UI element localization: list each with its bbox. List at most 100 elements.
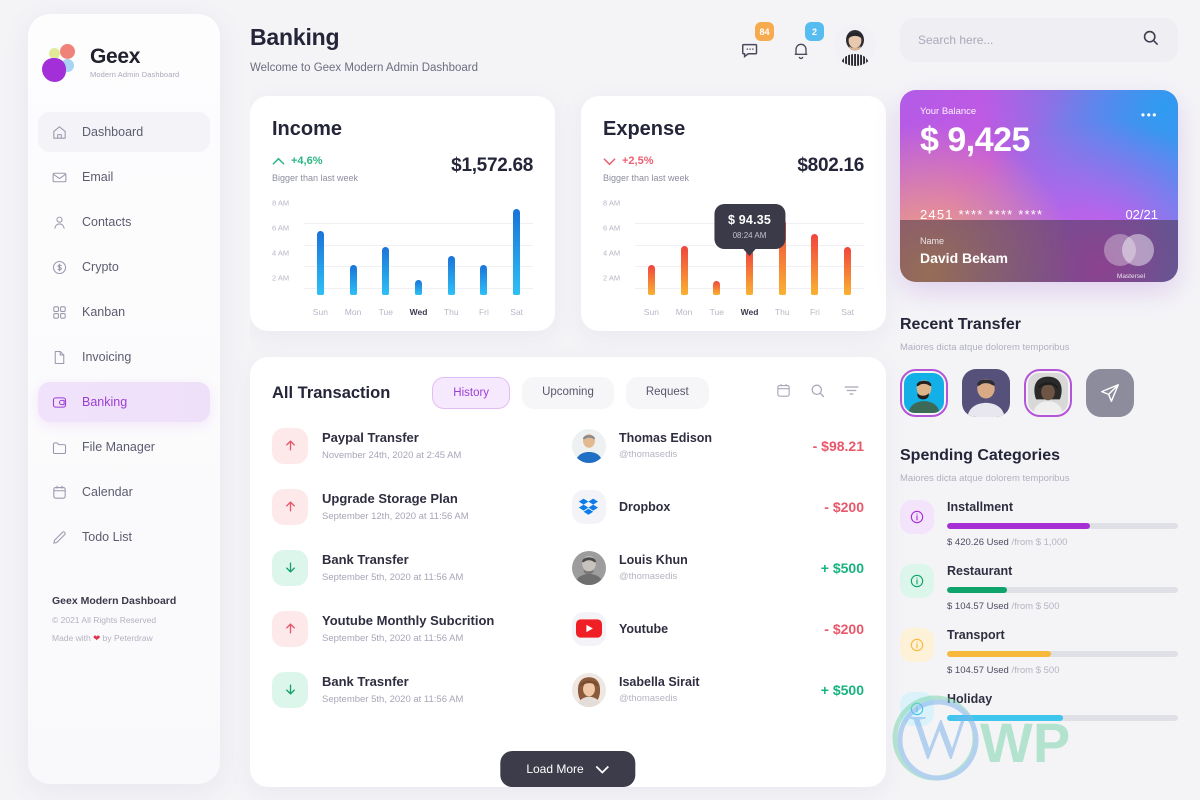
bar[interactable]	[680, 245, 688, 295]
search-bar[interactable]	[900, 18, 1178, 62]
sidebar-item-file-manager[interactable]: File Manager	[38, 427, 210, 467]
bar[interactable]	[382, 247, 390, 295]
sidebar-item-invoicing[interactable]: Invoicing	[38, 337, 210, 377]
transaction-party: Youtube	[572, 611, 768, 646]
spending-category-row[interactable]: Installment $ 420.26 Used /from $ 1,000	[900, 500, 1178, 548]
transaction-date: September 5th, 2020 at 11:56 AM	[322, 694, 464, 705]
load-more-button[interactable]: Load More	[500, 751, 636, 787]
bar[interactable]	[349, 264, 357, 295]
more-dots-icon[interactable]: •••	[1141, 108, 1158, 122]
transfer-contact-avatar[interactable]	[962, 369, 1010, 417]
bar-column[interactable]	[831, 199, 864, 295]
party-name: Dropbox	[619, 499, 671, 514]
category-limit: /from $ 500	[1011, 665, 1060, 676]
bar[interactable]	[844, 247, 852, 295]
category-name: Holiday	[947, 692, 993, 706]
transactions-tabs: History Upcoming Request	[432, 377, 709, 409]
transaction-party: Louis Khun @thomasedis	[572, 550, 768, 585]
bar[interactable]	[811, 234, 819, 295]
filter-icon[interactable]	[843, 382, 860, 404]
bar[interactable]	[447, 255, 455, 295]
bar[interactable]	[713, 281, 721, 295]
spending-category-row[interactable]: Restaurant $ 104.57 Used /from $ 500	[900, 564, 1178, 612]
bar-column[interactable]	[468, 199, 501, 295]
transaction-row[interactable]: Bank Trasnfer September 5th, 2020 at 11:5…	[272, 659, 864, 720]
search-icon[interactable]	[809, 382, 826, 404]
info-icon	[900, 564, 934, 598]
folder-icon	[50, 438, 68, 456]
x-tick: Fri	[809, 307, 820, 317]
transaction-row[interactable]: Paypal Transfer November 24th, 2020 at 2:…	[272, 415, 864, 476]
bar-column[interactable]	[635, 199, 668, 295]
balance-card-bottom: Name David Bekam Mastersel	[900, 220, 1178, 282]
top-actions: 84 2	[734, 22, 886, 66]
bar-column[interactable]	[369, 199, 402, 295]
arrow-up-icon	[285, 440, 295, 451]
sidebar-item-contacts[interactable]: Contacts	[38, 202, 210, 242]
bar-column[interactable]	[799, 199, 832, 295]
send-icon	[1101, 384, 1119, 402]
wallet-icon	[52, 396, 66, 408]
bar-column[interactable]	[668, 199, 701, 295]
sidebar-item-email[interactable]: Email	[38, 157, 210, 197]
transactions-tools	[775, 382, 864, 404]
transaction-row[interactable]: Upgrade Storage Plan September 12th, 2020…	[272, 476, 864, 537]
party-handle: @thomasedis	[619, 449, 678, 460]
avatar-photo-icon	[572, 550, 606, 585]
sidebar-item-todo-list[interactable]: Todo List	[38, 517, 210, 557]
bar-column[interactable]	[435, 199, 468, 295]
transaction-date: September 5th, 2020 at 11:56 AM	[322, 633, 464, 644]
page-heading: Banking Welcome to Geex Modern Admin Das…	[250, 24, 478, 74]
transfer-contact-avatar[interactable]	[900, 369, 948, 417]
bar[interactable]	[415, 279, 423, 295]
page-title: Banking	[250, 24, 340, 50]
arrow-up-icon	[272, 157, 285, 165]
bar[interactable]	[647, 264, 655, 295]
tab-request[interactable]: Request	[625, 377, 709, 409]
chevron-down-icon	[596, 765, 610, 774]
chart-tooltip: $ 94.35 08:24 AM	[713, 203, 786, 256]
messages-button[interactable]: 84	[734, 22, 774, 62]
send-transfer-button[interactable]	[1086, 369, 1134, 417]
x-tick: Mon	[344, 307, 362, 317]
bar[interactable]	[480, 264, 488, 295]
bar[interactable]	[513, 209, 521, 295]
transaction-amount: + $500	[820, 559, 864, 576]
bar-column[interactable]	[500, 199, 533, 295]
calendar-icon[interactable]	[775, 382, 792, 404]
transactions-header: All Transaction History Upcoming Request	[272, 377, 864, 409]
sidebar-item-calendar[interactable]: Calendar	[38, 472, 210, 512]
card-holder-name: David Bekam	[920, 250, 1008, 266]
bar[interactable]	[316, 230, 324, 295]
expense-amount: $802.16	[797, 155, 864, 176]
heart-icon: ❤	[93, 633, 101, 643]
search-icon[interactable]	[1141, 28, 1160, 52]
spending-category-row[interactable]: Holiday	[900, 692, 1178, 726]
transaction-row[interactable]: Bank Transfer September 5th, 2020 at 11:5…	[272, 537, 864, 598]
logo-blob-salmon	[60, 44, 75, 59]
bar-column[interactable]	[337, 199, 370, 295]
bar-column[interactable]	[402, 199, 435, 295]
user-avatar[interactable]	[834, 24, 876, 66]
sidebar-item-dashboard[interactable]: Dashboard	[38, 112, 210, 152]
transfer-contact-avatar[interactable]	[1024, 369, 1072, 417]
notifications-button[interactable]: 2	[784, 22, 824, 62]
sidebar-item-crypto[interactable]: Crypto	[38, 247, 210, 287]
search-input[interactable]	[918, 33, 1131, 47]
sidebar-item-kanban[interactable]: Kanban	[38, 292, 210, 332]
transaction-row[interactable]: Youtube Monthly Subcrition September 5th,…	[272, 598, 864, 659]
transactions-card: All Transaction History Upcoming Request P…	[250, 357, 886, 787]
tab-upcoming[interactable]: Upcoming	[522, 377, 614, 409]
transactions-list: Paypal Transfer November 24th, 2020 at 2:…	[272, 415, 864, 720]
bar[interactable]	[746, 249, 754, 295]
spending-subtitle: Maiores dicta atque dolorem temporibus	[900, 473, 1070, 484]
balance-card[interactable]: Your Balance ••• $ 9,425 2451 **** **** …	[900, 90, 1178, 282]
sidebar-footer-title: Geex Modern Dashboard	[52, 595, 177, 607]
bar-column[interactable]	[304, 199, 337, 295]
brand-logo[interactable]: Geex Modern Admin Dashboard	[28, 38, 220, 82]
made-with-text: Made with	[52, 633, 91, 643]
sidebar-item-banking[interactable]: Banking	[38, 382, 210, 422]
tab-history[interactable]: History	[432, 377, 511, 409]
transaction-date: September 5th, 2020 at 11:56 AM	[322, 572, 464, 583]
spending-category-row[interactable]: Transport $ 104.57 Used /from $ 500	[900, 628, 1178, 676]
